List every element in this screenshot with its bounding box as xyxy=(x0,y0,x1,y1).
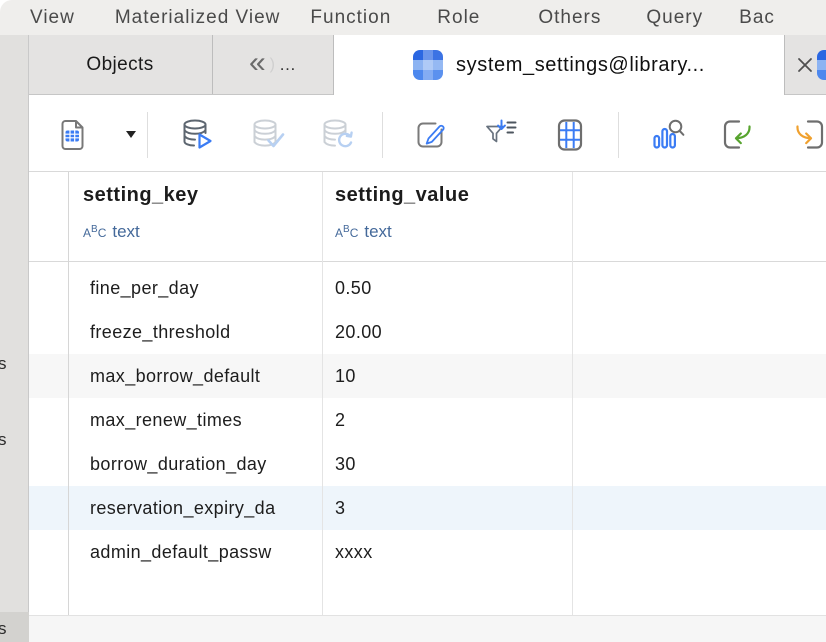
grid-icon xyxy=(550,115,590,155)
cell-setting-key[interactable]: reservation_expiry_da xyxy=(90,486,320,530)
table-view-dropdown-caret[interactable] xyxy=(126,131,136,138)
cell-setting-value[interactable]: 30 xyxy=(335,442,575,486)
cell-setting-value[interactable]: 3 xyxy=(335,486,575,530)
table-row: admin_default_passw xxxx xyxy=(29,530,826,574)
cell-setting-key[interactable]: fine_per_day xyxy=(90,266,320,310)
export-arrow-icon xyxy=(790,115,826,155)
toolbar xyxy=(28,95,826,171)
table-row: max_borrow_default 10 xyxy=(29,354,826,398)
close-icon xyxy=(796,56,814,74)
cell-setting-value[interactable]: xxxx xyxy=(335,530,575,574)
column-name: setting_key xyxy=(83,184,199,207)
cell-setting-key[interactable]: max_borrow_default xyxy=(90,354,320,398)
column-name: setting_value xyxy=(335,184,469,207)
cell-setting-key[interactable]: admin_default_passw xyxy=(90,530,320,574)
menu-item-others[interactable]: Others xyxy=(538,7,601,29)
tab-collapsed-list[interactable]: « ) … xyxy=(213,35,333,94)
collapsed-tab-fragment: ) xyxy=(270,56,275,74)
type-label: text xyxy=(364,222,391,241)
toolbar-separator xyxy=(382,112,383,158)
toolbar-separator xyxy=(147,112,148,158)
column-type: ABC text xyxy=(83,222,140,242)
chart-analyze-button[interactable] xyxy=(647,115,687,155)
edit-record-button[interactable] xyxy=(410,115,450,155)
tab-objects-label: Objects xyxy=(86,54,153,76)
import-button[interactable] xyxy=(717,115,757,155)
sidebar-item-fragment[interactable]: s xyxy=(0,619,7,639)
tab-title: system_settings@library... xyxy=(456,54,705,77)
table-document-icon xyxy=(52,115,92,155)
menu-item-role[interactable]: Role xyxy=(437,7,480,29)
apply-changes-button[interactable] xyxy=(247,115,287,155)
abc-type-icon: ABC xyxy=(335,224,358,242)
menu-item-query[interactable]: Query xyxy=(646,7,703,29)
chevron-double-left-icon: « xyxy=(249,48,266,78)
table-view-button[interactable] xyxy=(52,115,92,155)
table-grid-icon xyxy=(413,50,443,80)
sidebar-item-fragment[interactable]: s xyxy=(0,430,7,450)
cell-setting-key[interactable]: max_renew_times xyxy=(90,398,320,442)
menu-bar: View Materialized View Function Role Oth… xyxy=(0,0,826,35)
discard-changes-button[interactable] xyxy=(317,115,357,155)
type-label: text xyxy=(112,222,139,241)
cell-setting-key[interactable]: freeze_threshold xyxy=(90,310,320,354)
menu-item-backup[interactable]: Bac xyxy=(739,7,775,29)
grid-column-line xyxy=(572,172,573,615)
sidebar-strip xyxy=(0,35,29,612)
grid-header: setting_key ABC text setting_value ABC tex… xyxy=(29,172,826,262)
run-query-button[interactable] xyxy=(177,115,217,155)
cell-setting-value[interactable]: 20.00 xyxy=(335,310,575,354)
table-row: max_renew_times 2 xyxy=(29,398,826,442)
tabbar-right-area xyxy=(785,35,826,94)
pencil-edit-icon xyxy=(410,115,450,155)
abc-type-icon: ABC xyxy=(83,224,106,242)
database-check-icon xyxy=(247,115,287,155)
cell-setting-value[interactable]: 10 xyxy=(335,354,575,398)
menu-item-materialized-view[interactable]: Materialized View xyxy=(115,7,281,29)
table-row: fine_per_day 0.50 xyxy=(29,266,826,310)
table-row: borrow_duration_day 30 xyxy=(29,442,826,486)
tab-system-settings[interactable]: system_settings@library... xyxy=(333,35,785,95)
grid-footer-band xyxy=(29,615,826,642)
toolbar-separator xyxy=(618,112,619,158)
table-row: reservation_expiry_da 3 xyxy=(29,486,826,530)
database-run-icon xyxy=(177,115,217,155)
tab-objects[interactable]: Objects xyxy=(28,35,213,94)
cell-setting-value[interactable]: 0.50 xyxy=(335,266,575,310)
grid-gutter-line xyxy=(68,172,69,615)
database-revert-icon xyxy=(317,115,357,155)
sidebar-item-fragment[interactable]: s xyxy=(0,354,7,374)
menu-item-function[interactable]: Function xyxy=(310,7,391,29)
cell-setting-value[interactable]: 2 xyxy=(335,398,575,442)
menu-item-view[interactable]: View xyxy=(30,7,75,29)
filter-sort-button[interactable] xyxy=(480,115,520,155)
ellipsis-label: … xyxy=(279,55,297,75)
cell-setting-key[interactable]: borrow_duration_day xyxy=(90,442,320,486)
import-arrow-icon xyxy=(717,115,757,155)
filter-sort-icon xyxy=(480,115,520,155)
grid-view-button[interactable] xyxy=(550,115,590,155)
grid-column-line xyxy=(322,172,323,615)
table-row: freeze_threshold 20.00 xyxy=(29,310,826,354)
next-tab-partial-icon[interactable] xyxy=(817,50,826,80)
bar-chart-search-icon xyxy=(647,115,687,155)
export-button[interactable] xyxy=(790,115,826,155)
column-type: ABC text xyxy=(335,222,392,242)
close-tab-button[interactable] xyxy=(796,56,814,74)
